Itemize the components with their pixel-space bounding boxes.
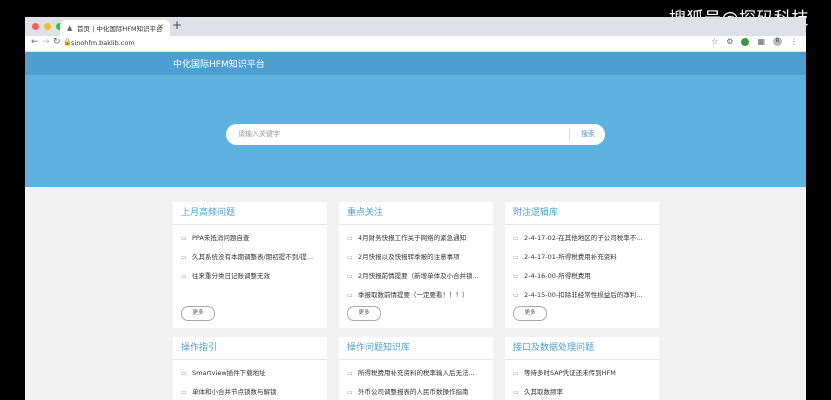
- folder-icon: ▭: [181, 370, 187, 377]
- site-brand[interactable]: 中化国际HFM知识平台: [173, 57, 265, 70]
- folder-icon: ▭: [513, 389, 519, 396]
- card-key-focus: 重点关注 ▭ 4月财务快报工作关于网络的紧急通知 ▭ 2月快报以及快报转季报的注意事…: [339, 202, 493, 328]
- list-item[interactable]: ▭ 2月快报前情提要（新增单体及小合并锁...: [347, 267, 493, 286]
- card-title[interactable]: 操作问题知识库: [339, 337, 493, 360]
- card-title[interactable]: 接口及数据处理问题: [505, 337, 659, 360]
- list-item[interactable]: ▭ 久其取数频率: [513, 383, 659, 400]
- close-window-button[interactable]: [32, 23, 39, 30]
- list-item[interactable]: ▭ 久其系统没有本期调整表/期初提不到/提...: [181, 248, 327, 267]
- folder-icon: ▭: [181, 273, 187, 280]
- card-title[interactable]: 重点关注: [339, 202, 493, 225]
- url-field[interactable]: sinohfm.baklib.com: [71, 39, 135, 47]
- search-button[interactable]: 搜索: [581, 129, 595, 139]
- avatar[interactable]: R: [773, 37, 782, 46]
- card-title[interactable]: 附注逻辑库: [505, 202, 659, 225]
- list-item[interactable]: ▭ 2月快报以及快报转季报的注意事项: [347, 248, 493, 267]
- menu-icon[interactable]: ⋮: [790, 37, 798, 46]
- folder-icon: ▭: [347, 370, 353, 377]
- tab-title: 首页 | 中化国际HFM知识平台: [77, 25, 163, 33]
- card-interface-data: 接口及数据处理问题 ▭ 等待多时SAP凭证还未传到HFM ▭ 久其取数频率: [505, 337, 659, 400]
- search-input[interactable]: 请输入关键字: [238, 129, 280, 139]
- folder-icon: ▭: [347, 292, 353, 299]
- list-item[interactable]: ▭ PPA未抵消问题自查: [181, 229, 327, 248]
- list-item[interactable]: ▭ 2-4-17-01-所得税费用补充资料: [513, 248, 659, 267]
- folder-icon: ▭: [347, 235, 353, 242]
- folder-icon: ▭: [513, 370, 519, 377]
- more-button[interactable]: 更多: [181, 306, 215, 321]
- browser-window: ▲ 首页 | 中化国际HFM知识平台 × + ← → ↻ 🔒 sinohfm.b…: [25, 17, 806, 400]
- more-button[interactable]: 更多: [347, 306, 381, 321]
- folder-icon: ▭: [181, 389, 187, 396]
- list-item[interactable]: ▭ 外币公司调整报表的人民币数操作指南: [347, 383, 493, 400]
- folder-icon: ▭: [513, 254, 519, 261]
- list-item[interactable]: ▭ 2-4-15-00-扣除非经常性损益后的净利...: [513, 286, 659, 305]
- list-item[interactable]: ▭ 2-4-16-00-所得税费用: [513, 267, 659, 286]
- list-item[interactable]: ▭ Smartview插件下载地址: [181, 364, 327, 383]
- star-icon[interactable]: ☆: [711, 37, 718, 46]
- card-title[interactable]: 上月高频问题: [173, 202, 327, 225]
- folder-icon: ▭: [347, 273, 353, 280]
- more-button[interactable]: 更多: [513, 306, 547, 321]
- folder-icon: ▭: [513, 273, 519, 280]
- new-tab-button[interactable]: +: [172, 18, 182, 32]
- tab-bar: ▲ 首页 | 中化国际HFM知识平台 × +: [25, 17, 806, 36]
- card-last-month-faq: 上月高频问题 ▭ PPA未抵消问题自查 ▭ 久其系统没有本期调整表/期初提不到/提.…: [173, 202, 327, 328]
- green-extension-icon[interactable]: [741, 37, 750, 46]
- close-tab-icon[interactable]: ×: [157, 22, 164, 31]
- extension-icon[interactable]: ⚙: [726, 37, 733, 46]
- puzzle-icon[interactable]: ▦: [757, 37, 765, 46]
- card-operation-kb: 操作问题知识库 ▭ 所得税费用补充资料的税率输入后无法... ▭ 外币公司调整报表的…: [339, 337, 493, 400]
- back-icon[interactable]: ←: [31, 37, 39, 47]
- list-item[interactable]: ▭ 所得税费用补充资料的税率输入后无法...: [347, 364, 493, 383]
- hero-banner: 中化国际HFM知识平台 请输入关键字 搜索: [25, 52, 806, 187]
- folder-icon: ▭: [181, 254, 187, 261]
- folder-icon: ▭: [513, 235, 519, 242]
- search-box[interactable]: 请输入关键字 搜索: [226, 124, 605, 145]
- tab-home[interactable]: ▲ 首页 | 中化国际HFM知识平台 ×: [60, 20, 170, 36]
- folder-icon: ▭: [181, 235, 187, 242]
- list-item[interactable]: ▭ 季报取数前情提要（一定要看！！！）: [347, 286, 493, 305]
- page-icon: ▲: [67, 24, 73, 32]
- content-area: 上月高频问题 ▭ PPA未抵消问题自查 ▭ 久其系统没有本期调整表/期初提不到/提.…: [25, 187, 806, 400]
- toolbar-icons: ☆ ⚙ ▦ R ⋮: [711, 37, 798, 46]
- card-title[interactable]: 操作指引: [173, 337, 327, 360]
- card-notes-logic: 附注逻辑库 ▭ 2-4-17-02-在其他地区的子公司税率不... ▭ 2-4-17…: [505, 202, 659, 328]
- site-header: 中化国际HFM知识平台: [25, 52, 806, 75]
- card-operation-guide: 操作指引 ▭ Smartview插件下载地址 ▭ 单体和小合并节点锁数与解锁: [173, 337, 327, 400]
- reload-icon[interactable]: ↻: [53, 37, 61, 47]
- list-item[interactable]: ▭ 4月财务快报工作关于网络的紧急通知: [347, 229, 493, 248]
- minimize-window-button[interactable]: [44, 23, 51, 30]
- list-item[interactable]: ▭ 往来重分类日记账调整无效: [181, 267, 327, 286]
- address-bar: ← → ↻ 🔒 sinohfm.baklib.com ☆ ⚙ ▦ R ⋮: [25, 36, 806, 52]
- list-item[interactable]: ▭ 单体和小合并节点锁数与解锁: [181, 383, 327, 400]
- list-item[interactable]: ▭ 等待多时SAP凭证还未传到HFM: [513, 364, 659, 383]
- folder-icon: ▭: [347, 389, 353, 396]
- folder-icon: ▭: [347, 254, 353, 261]
- forward-icon[interactable]: →: [42, 37, 50, 47]
- list-item[interactable]: ▭ 2-4-17-02-在其他地区的子公司税率不...: [513, 229, 659, 248]
- search-divider: [569, 128, 570, 141]
- folder-icon: ▭: [513, 292, 519, 299]
- window-controls: [32, 23, 63, 30]
